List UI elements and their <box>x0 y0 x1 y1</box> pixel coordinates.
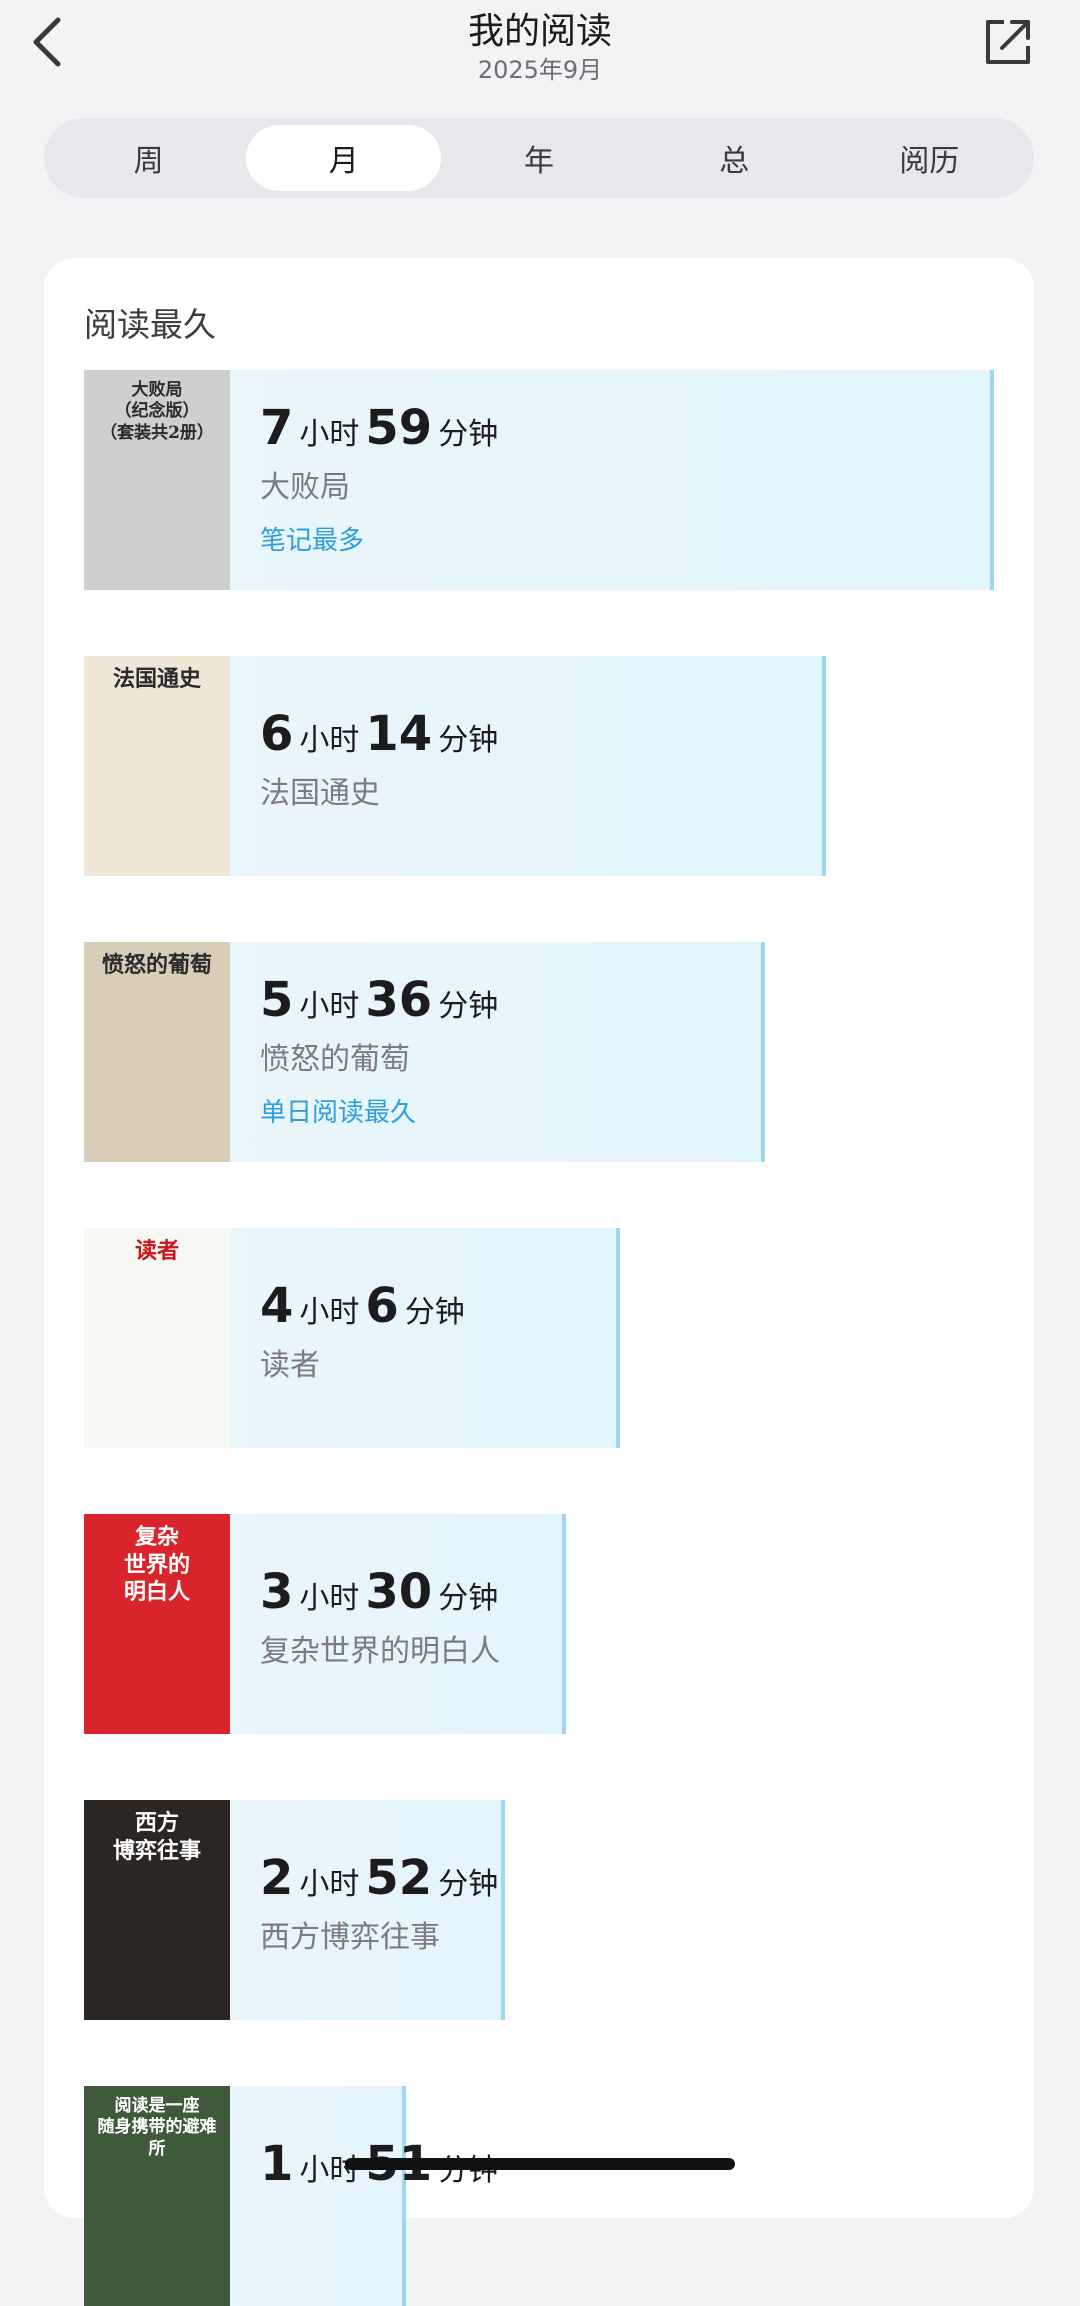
book-row[interactable]: 读者4小时6分钟读者 <box>84 1228 620 1448</box>
book-highlight-tag: 笔记最多 <box>260 520 504 557</box>
reading-time-bar: 1小时51分钟 <box>230 2086 406 2306</box>
minute-unit: 分钟 <box>438 715 498 759</box>
tab-total[interactable]: 总 <box>637 125 832 191</box>
book-cover-title: 愤怒的葡萄 <box>90 952 224 980</box>
hour-unit: 小时 <box>299 715 359 759</box>
book-cover-title: 法国通史 <box>90 666 224 694</box>
book-cover: 西方 博弈往事 <box>84 1800 230 2020</box>
book-highlight-tag: 单日阅读最久 <box>260 1092 504 1129</box>
tab-week[interactable]: 周 <box>51 125 246 191</box>
book-cover: 大败局 （纪念版） （套装共2册） <box>84 370 230 590</box>
tab-month[interactable]: 月 <box>246 125 441 191</box>
book-cover: 读者 <box>84 1228 230 1448</box>
reading-time: 2小时52分钟 <box>260 1850 504 1906</box>
hour-unit: 小时 <box>299 409 359 453</box>
reading-time-bar: 3小时30分钟复杂世界的明白人 <box>230 1514 566 1734</box>
reading-time-bar: 4小时6分钟读者 <box>230 1228 620 1448</box>
reading-time-bar: 5小时36分钟愤怒的葡萄单日阅读最久 <box>230 942 765 1162</box>
reading-card: 阅读最久 大败局 （纪念版） （套装共2册）7小时59分钟大败局笔记最多法国通史… <box>44 258 1034 2218</box>
period-tabs: 周 月 年 总 阅历 <box>44 118 1034 198</box>
reading-minutes: 36 <box>365 972 432 1028</box>
book-row[interactable]: 大败局 （纪念版） （套装共2册）7小时59分钟大败局笔记最多 <box>84 370 994 590</box>
book-title: 大败局 <box>260 462 504 506</box>
reading-hours: 3 <box>260 1564 293 1620</box>
book-cover-title: 阅读是一座 随身携带的避难所 <box>90 2096 224 2160</box>
reading-time: 4小时6分钟 <box>260 1278 471 1334</box>
minute-unit: 分钟 <box>438 409 498 453</box>
book-title: 愤怒的葡萄 <box>260 1034 504 1078</box>
reading-time: 7小时59分钟 <box>260 400 504 456</box>
page-subtitle: 2025年9月 <box>0 50 1080 85</box>
book-cover-title: 复杂 世界的 明白人 <box>90 1524 224 1607</box>
book-cover-title: 西方 博弈往事 <box>90 1810 224 1865</box>
reading-minutes: 30 <box>365 1564 432 1620</box>
book-cover: 法国通史 <box>84 656 230 876</box>
page-title: 我的阅读 <box>0 2 1080 54</box>
home-indicator <box>345 2158 735 2170</box>
book-row[interactable]: 西方 博弈往事2小时52分钟西方博弈往事 <box>84 1800 505 2020</box>
header: 我的阅读 2025年9月 <box>0 0 1080 110</box>
hour-unit: 小时 <box>299 1287 359 1331</box>
share-button[interactable] <box>980 14 1036 70</box>
reading-time-bar: 6小时14分钟法国通史 <box>230 656 826 876</box>
reading-hours: 7 <box>260 400 293 456</box>
hour-unit: 小时 <box>299 981 359 1025</box>
minute-unit: 分钟 <box>405 1287 465 1331</box>
book-cover: 阅读是一座 随身携带的避难所 <box>84 2086 230 2306</box>
book-title: 西方博弈往事 <box>260 1912 504 1956</box>
hour-unit: 小时 <box>299 1859 359 1903</box>
book-row[interactable]: 阅读是一座 随身携带的避难所1小时51分钟 <box>84 2086 406 2306</box>
tab-reading-history[interactable]: 阅历 <box>832 125 1027 191</box>
book-cover-title: 大败局 （纪念版） （套装共2册） <box>90 380 224 444</box>
reading-hours: 2 <box>260 1850 293 1906</box>
book-title: 读者 <box>260 1340 471 1384</box>
reading-hours: 4 <box>260 1278 293 1334</box>
tab-year[interactable]: 年 <box>441 125 636 191</box>
reading-minutes: 14 <box>365 706 432 762</box>
reading-time: 5小时36分钟 <box>260 972 504 1028</box>
minute-unit: 分钟 <box>438 981 498 1025</box>
share-icon <box>980 14 1036 70</box>
minute-unit: 分钟 <box>438 1573 498 1617</box>
hour-unit: 小时 <box>299 1573 359 1617</box>
book-cover: 复杂 世界的 明白人 <box>84 1514 230 1734</box>
reading-hours: 6 <box>260 706 293 762</box>
minute-unit: 分钟 <box>438 1859 498 1903</box>
book-row[interactable]: 法国通史6小时14分钟法国通史 <box>84 656 826 876</box>
section-title: 阅读最久 <box>84 298 216 346</box>
reading-time: 6小时14分钟 <box>260 706 504 762</box>
reading-time-bar: 2小时52分钟西方博弈往事 <box>230 1800 505 2020</box>
book-row[interactable]: 愤怒的葡萄5小时36分钟愤怒的葡萄单日阅读最久 <box>84 942 765 1162</box>
reading-hours: 5 <box>260 972 293 1028</box>
book-title: 法国通史 <box>260 768 504 812</box>
book-cover-title: 读者 <box>90 1238 224 1266</box>
reading-time: 3小时30分钟 <box>260 1564 504 1620</box>
book-cover: 愤怒的葡萄 <box>84 942 230 1162</box>
book-title: 复杂世界的明白人 <box>260 1626 504 1670</box>
reading-time-bar: 7小时59分钟大败局笔记最多 <box>230 370 994 590</box>
book-row[interactable]: 复杂 世界的 明白人3小时30分钟复杂世界的明白人 <box>84 1514 566 1734</box>
reading-minutes: 52 <box>365 1850 432 1906</box>
reading-minutes: 59 <box>365 400 432 456</box>
reading-minutes: 6 <box>365 1278 398 1334</box>
